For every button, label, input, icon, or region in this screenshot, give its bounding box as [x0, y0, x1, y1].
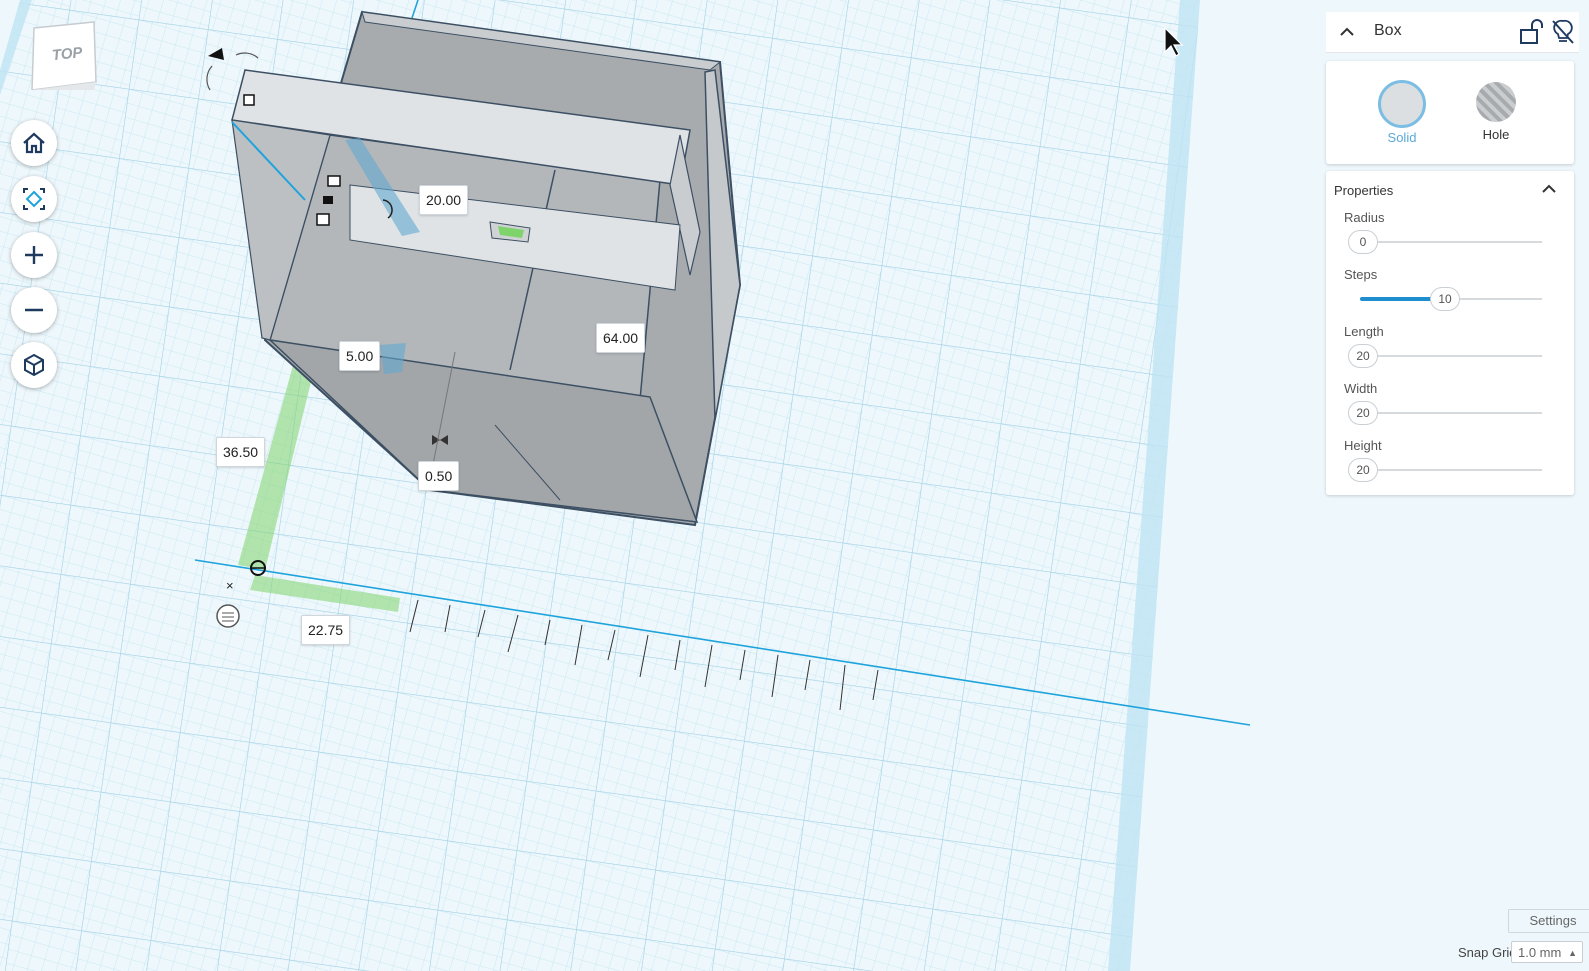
property-label-radius: Radius	[1344, 210, 1385, 225]
shape-inspector-header: Box	[1326, 12, 1579, 53]
property-label-width: Width	[1344, 381, 1378, 396]
solid-option[interactable]: Solid	[1377, 80, 1427, 145]
hole-swatch	[1476, 82, 1516, 122]
slider-knob-length[interactable]: 20	[1348, 344, 1378, 368]
property-label-height: Height	[1344, 438, 1382, 453]
dimension-wall-thickness[interactable]: 5.00	[339, 341, 381, 371]
dimension-top-width[interactable]: 20.00	[419, 185, 469, 215]
plus-icon	[25, 246, 43, 264]
hole-label: Hole	[1482, 127, 1510, 142]
zoom-out-button[interactable]	[11, 287, 57, 333]
viewcube-face-label: TOP	[51, 44, 84, 64]
snap-grid-value: 1.0 mm	[1518, 945, 1562, 960]
dimension-y-offset[interactable]: 36.50	[216, 437, 266, 467]
view-cube[interactable]: TOP	[28, 20, 98, 96]
hole-option[interactable]: Hole	[1471, 80, 1521, 142]
caret-up-icon: ▲	[1568, 948, 1577, 958]
dimension-gap[interactable]: 0.50	[418, 461, 460, 491]
slider-track-length[interactable]	[1360, 355, 1542, 357]
property-label-steps: Steps	[1344, 267, 1378, 282]
mouse-cursor-icon	[1164, 26, 1184, 57]
solid-hole-panel: Solid Hole	[1326, 61, 1574, 164]
properties-panel: Properties Radius 0 Steps 10 Length 20 Width 20…	[1326, 171, 1574, 495]
minus-icon	[25, 308, 43, 312]
solid-label: Solid	[1387, 130, 1417, 145]
solid-swatch	[1378, 80, 1426, 128]
chevron-up-icon[interactable]	[1540, 180, 1558, 198]
cube-icon	[24, 353, 44, 377]
snap-grid-label: Snap Grid	[1458, 945, 1517, 960]
property-label-length: Length	[1344, 324, 1384, 339]
slider-knob-height[interactable]: 20	[1348, 458, 1378, 482]
light-off-icon[interactable]	[1550, 18, 1576, 46]
settings-button[interactable]: Settings	[1508, 909, 1589, 933]
slider-knob-radius[interactable]: 0	[1348, 230, 1378, 254]
shape-title: Box	[1374, 22, 1402, 39]
unlock-icon[interactable]	[1518, 18, 1544, 46]
dimension-depth[interactable]: 64.00	[596, 323, 646, 353]
slider-knob-steps[interactable]: 10	[1430, 287, 1460, 311]
home-icon	[23, 132, 45, 154]
fit-selection-icon	[23, 188, 45, 210]
slider-track-width[interactable]	[1360, 412, 1542, 414]
dimension-x-offset[interactable]: 22.75	[301, 615, 351, 645]
svg-text:×: ×	[226, 578, 234, 593]
chevron-up-icon[interactable]	[1338, 23, 1356, 41]
slider-track-radius[interactable]	[1360, 241, 1542, 243]
properties-header[interactable]: Properties	[1334, 183, 1393, 198]
fit-view-button[interactable]	[11, 176, 57, 222]
slider-knob-width[interactable]: 20	[1348, 401, 1378, 425]
slider-track-height[interactable]	[1360, 469, 1542, 471]
perspective-button[interactable]	[11, 342, 57, 388]
zoom-in-button[interactable]	[11, 232, 57, 278]
snap-grid-select[interactable]: 1.0 mm ▲	[1511, 941, 1583, 963]
home-view-button[interactable]	[11, 120, 57, 166]
